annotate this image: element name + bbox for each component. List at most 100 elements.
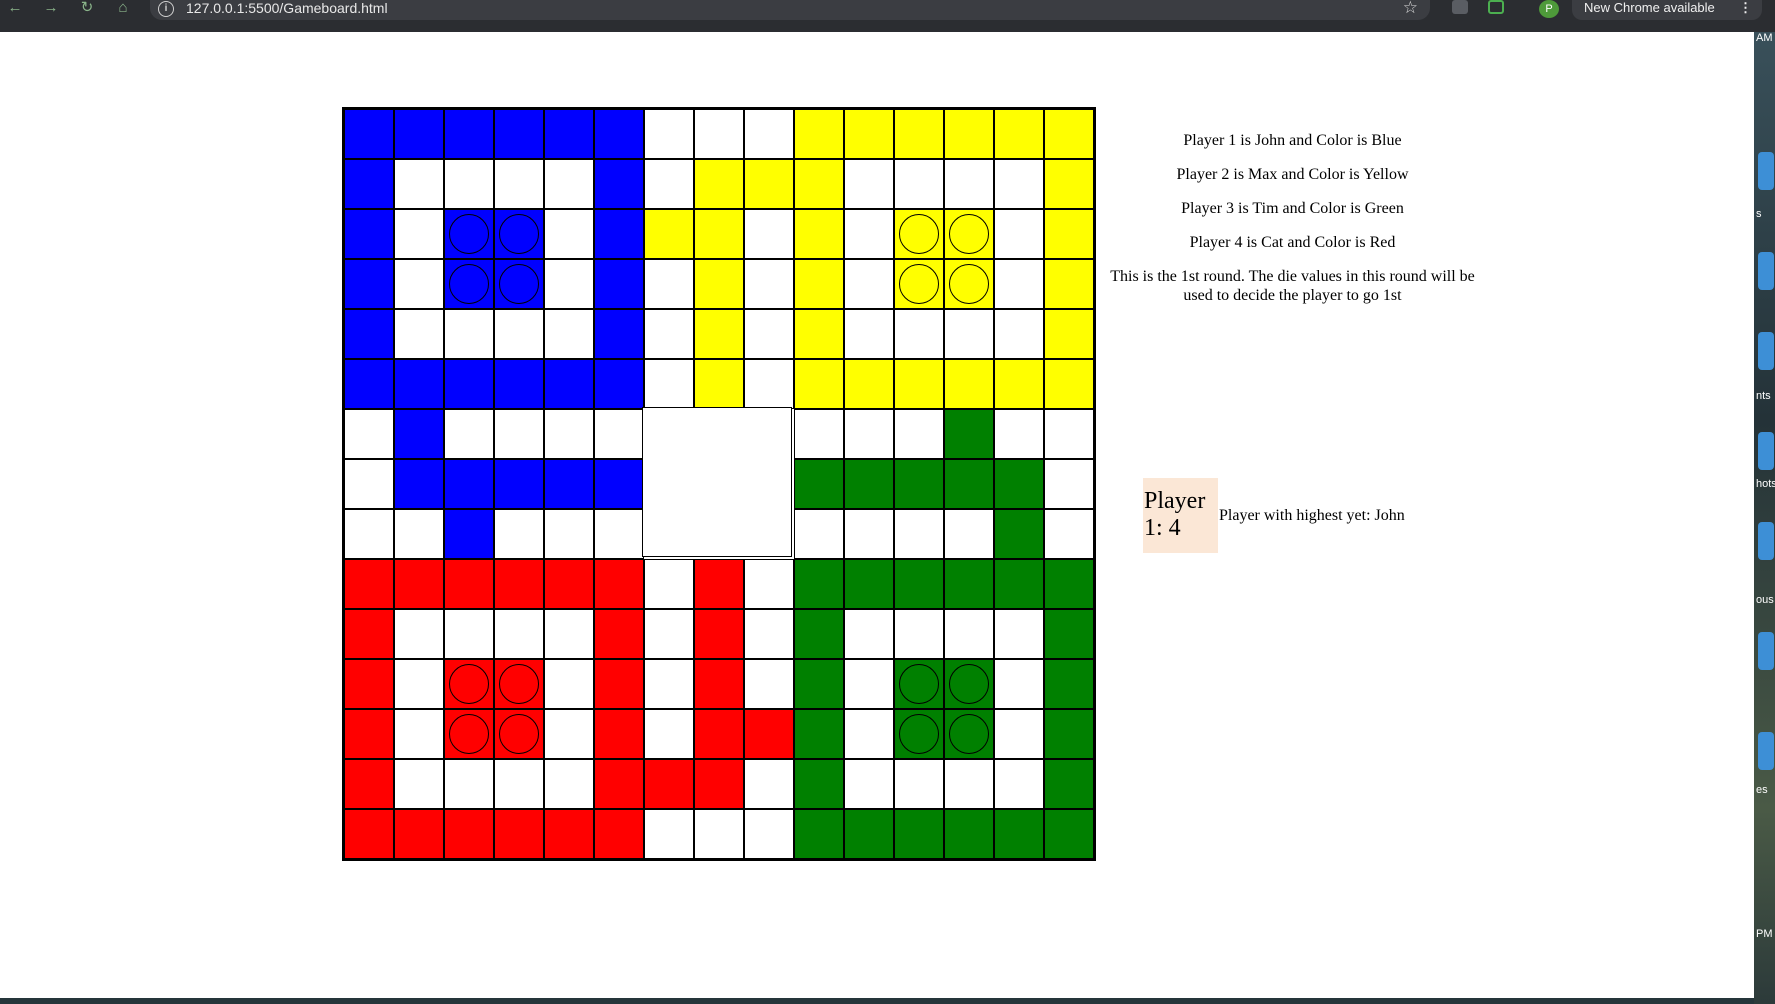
board-cell-white[interactable] <box>444 409 494 459</box>
board-cell-white[interactable] <box>844 609 894 659</box>
board-cell-red[interactable] <box>344 659 394 709</box>
board-cell-green[interactable] <box>894 809 944 859</box>
board-cell-red[interactable] <box>344 809 394 859</box>
board-cell-green[interactable] <box>944 559 994 609</box>
board-cell-yellow[interactable] <box>894 109 944 159</box>
board-cell-yellow[interactable] <box>794 109 844 159</box>
board-cell-blue[interactable] <box>444 509 494 559</box>
die-result-box[interactable]: Player 1: 4 <box>1143 478 1218 553</box>
board-cell-white[interactable] <box>394 259 444 309</box>
game-piece-green[interactable] <box>949 714 989 754</box>
game-piece-yellow[interactable] <box>899 264 939 304</box>
board-cell-white[interactable] <box>494 509 544 559</box>
board-cell-white[interactable] <box>744 609 794 659</box>
board-cell-white[interactable] <box>494 409 544 459</box>
board-cell-white[interactable] <box>894 759 944 809</box>
board-cell-white[interactable] <box>394 759 444 809</box>
board-cell-green[interactable] <box>844 809 894 859</box>
board-cell-white[interactable] <box>744 109 794 159</box>
board-cell-white[interactable] <box>844 309 894 359</box>
board-cell-yellow[interactable] <box>944 109 994 159</box>
browser-menu-icon[interactable]: ⋮ <box>1739 0 1752 16</box>
board-cell-white[interactable] <box>994 659 1044 709</box>
board-cell-green[interactable] <box>894 709 944 759</box>
board-cell-red[interactable] <box>344 559 394 609</box>
board-cell-white[interactable] <box>994 709 1044 759</box>
board-cell-white[interactable] <box>544 759 594 809</box>
board-cell-white[interactable] <box>544 609 594 659</box>
board-cell-yellow[interactable] <box>794 309 844 359</box>
board-cell-yellow[interactable] <box>694 259 744 309</box>
board-cell-yellow[interactable] <box>944 209 994 259</box>
board-cell-yellow[interactable] <box>1044 209 1094 259</box>
board-cell-white[interactable] <box>644 809 694 859</box>
board-cell-blue[interactable] <box>494 459 544 509</box>
board-cell-white[interactable] <box>644 359 694 409</box>
game-piece-blue[interactable] <box>449 214 489 254</box>
board-cell-white[interactable] <box>994 409 1044 459</box>
board-cell-green[interactable] <box>1044 759 1094 809</box>
board-cell-yellow[interactable] <box>844 109 894 159</box>
board-cell-white[interactable] <box>694 109 744 159</box>
board-cell-blue[interactable] <box>344 109 394 159</box>
board-cell-white[interactable] <box>844 159 894 209</box>
board-cell-white[interactable] <box>544 509 594 559</box>
board-cell-green[interactable] <box>794 709 844 759</box>
board-cell-blue[interactable] <box>444 459 494 509</box>
board-cell-white[interactable] <box>444 159 494 209</box>
board-cell-white[interactable] <box>1044 409 1094 459</box>
game-piece-yellow[interactable] <box>949 214 989 254</box>
board-cell-white[interactable] <box>644 309 694 359</box>
board-cell-green[interactable] <box>794 459 844 509</box>
board-cell-green[interactable] <box>994 509 1044 559</box>
board-cell-white[interactable] <box>994 759 1044 809</box>
board-cell-blue[interactable] <box>494 109 544 159</box>
board-cell-white[interactable] <box>1044 509 1094 559</box>
board-cell-yellow[interactable] <box>994 109 1044 159</box>
board-cell-red[interactable] <box>694 759 744 809</box>
game-piece-red[interactable] <box>449 664 489 704</box>
board-cell-white[interactable] <box>944 759 994 809</box>
board-cell-red[interactable] <box>444 809 494 859</box>
board-cell-green[interactable] <box>944 459 994 509</box>
board-cell-white[interactable] <box>594 409 644 459</box>
game-piece-blue[interactable] <box>499 264 539 304</box>
board-cell-yellow[interactable] <box>694 209 744 259</box>
board-cell-white[interactable] <box>844 709 894 759</box>
board-cell-white[interactable] <box>494 159 544 209</box>
board-cell-white[interactable] <box>644 259 694 309</box>
chrome-update-button[interactable]: New Chrome available ⋮ <box>1572 0 1762 20</box>
board-cell-white[interactable] <box>544 409 594 459</box>
board-cell-red[interactable] <box>344 609 394 659</box>
board-cell-blue[interactable] <box>594 359 644 409</box>
board-cell-blue[interactable] <box>594 259 644 309</box>
board-cell-white[interactable] <box>994 159 1044 209</box>
board-cell-green[interactable] <box>944 409 994 459</box>
board-cell-white[interactable] <box>444 759 494 809</box>
board-cell-yellow[interactable] <box>944 259 994 309</box>
board-cell-yellow[interactable] <box>794 259 844 309</box>
board-cell-red[interactable] <box>694 559 744 609</box>
board-cell-yellow[interactable] <box>844 359 894 409</box>
address-bar[interactable]: i 127.0.0.1:5500/Gameboard.html ☆ <box>150 0 1430 20</box>
board-cell-blue[interactable] <box>594 309 644 359</box>
board-cell-red[interactable] <box>694 609 744 659</box>
board-cell-white[interactable] <box>894 409 944 459</box>
board-cell-white[interactable] <box>844 759 894 809</box>
board-cell-red[interactable] <box>744 709 794 759</box>
board-cell-white[interactable] <box>844 259 894 309</box>
board-cell-white[interactable] <box>544 209 594 259</box>
board-cell-yellow[interactable] <box>694 309 744 359</box>
board-cell-green[interactable] <box>894 659 944 709</box>
board-cell-blue[interactable] <box>394 459 444 509</box>
board-cell-red[interactable] <box>544 809 594 859</box>
board-cell-white[interactable] <box>744 309 794 359</box>
board-cell-green[interactable] <box>794 559 844 609</box>
board-cell-white[interactable] <box>894 609 944 659</box>
board-cell-blue[interactable] <box>594 209 644 259</box>
board-cell-white[interactable] <box>844 509 894 559</box>
board-cell-white[interactable] <box>744 759 794 809</box>
board-cell-white[interactable] <box>544 159 594 209</box>
board-cell-green[interactable] <box>1044 559 1094 609</box>
board-cell-red[interactable] <box>444 559 494 609</box>
